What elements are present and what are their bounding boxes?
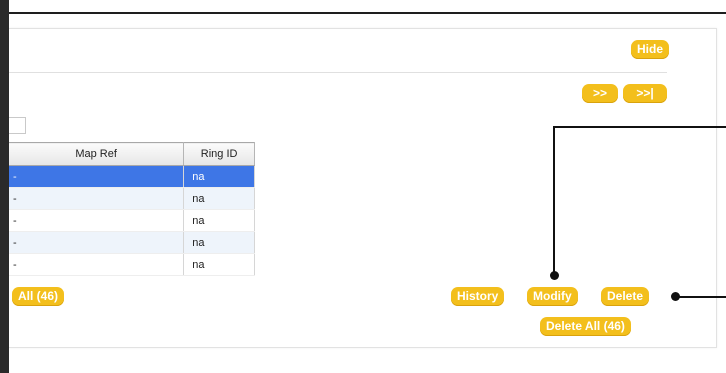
map-ref-cell: - (9, 253, 185, 276)
column-header-map-ref[interactable]: Map Ref (9, 142, 185, 166)
records-table: Map Ref Ring ID - na - na - na - na - na (9, 142, 255, 276)
callout-line-modify-vertical (553, 126, 555, 275)
callout-line-delete (676, 296, 726, 298)
ring-id-cell: na (183, 253, 255, 276)
filter-input[interactable] (9, 117, 26, 134)
delete-button[interactable]: Delete (601, 287, 650, 306)
map-ref-cell: - (9, 231, 185, 254)
table-row[interactable]: - na (9, 231, 255, 254)
table-row[interactable]: - na (9, 209, 255, 232)
table-row[interactable]: - na (9, 165, 255, 188)
callout-line-modify-horizontal (553, 126, 726, 128)
left-sidebar-edge (0, 0, 9, 373)
top-divider (9, 12, 726, 14)
map-ref-cell: - (9, 209, 185, 232)
ring-id-cell: na (183, 231, 255, 254)
panel-divider (9, 72, 667, 73)
last-page-button[interactable]: >>| (623, 84, 667, 103)
ring-id-cell: na (183, 209, 255, 232)
ring-id-cell: na (183, 165, 255, 188)
hide-button[interactable]: Hide (631, 40, 670, 59)
history-button[interactable]: History (451, 287, 505, 306)
modify-button[interactable]: Modify (527, 287, 578, 306)
select-all-button[interactable]: All (46) (12, 287, 65, 306)
column-header-ring-id[interactable]: Ring ID (183, 142, 255, 166)
delete-all-button[interactable]: Delete All (46) (540, 317, 631, 336)
table-row[interactable]: - na (9, 187, 255, 210)
ring-id-cell: na (183, 187, 255, 210)
table-row[interactable]: - na (9, 253, 255, 276)
map-ref-cell: - (9, 165, 185, 188)
map-ref-cell: - (9, 187, 185, 210)
callout-dot-modify (550, 271, 559, 280)
callout-dot-delete (671, 292, 680, 301)
next-page-button[interactable]: >> (582, 84, 618, 103)
